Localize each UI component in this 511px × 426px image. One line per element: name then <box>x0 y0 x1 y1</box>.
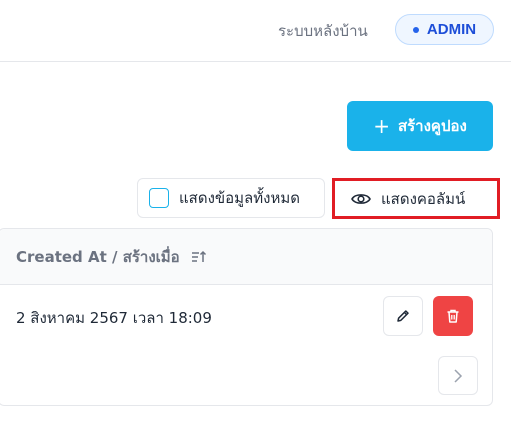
show-columns-label: แสดงคอลัมน์ <box>381 189 466 208</box>
pencil-icon <box>397 310 409 322</box>
role-badge-label: ADMIN <box>426 21 477 38</box>
show-columns-button[interactable]: แสดงคอลัมน์ <box>332 178 500 219</box>
status-dot-icon <box>412 26 419 33</box>
sort-ascending-icon[interactable] <box>190 249 208 265</box>
edit-button[interactable] <box>383 296 423 336</box>
eye-icon <box>351 193 371 204</box>
trash-icon <box>447 309 459 323</box>
created-at-cell: 2 สิงหาคม 2567 เวลา 18:09 <box>16 309 212 327</box>
backend-label: ระบบหลังบ้าน <box>278 22 368 40</box>
create-coupon-button[interactable]: + สร้างคูปอง <box>347 101 493 151</box>
coupon-table: Created At / สร้างเมื่อ 2 สิงหาคม 2567 เ… <box>0 228 493 406</box>
pagination-next-button[interactable] <box>438 356 478 395</box>
plus-icon: + <box>373 114 390 138</box>
admin-role-badge: ADMIN <box>395 14 494 45</box>
table-header: Created At / สร้างเมื่อ <box>0 229 492 285</box>
delete-button[interactable] <box>433 296 473 336</box>
top-bar: ระบบหลังบ้าน ADMIN <box>0 0 511 62</box>
show-all-checkbox[interactable] <box>149 188 169 208</box>
show-all-data-toggle[interactable]: แสดงข้อมูลทั้งหมด <box>137 178 325 218</box>
column-header-created-at[interactable]: Created At / สร้างเมื่อ <box>16 245 180 269</box>
show-all-label: แสดงข้อมูลทั้งหมด <box>179 189 300 207</box>
create-coupon-label: สร้างคูปอง <box>397 117 467 135</box>
chevron-right-icon <box>454 368 463 383</box>
